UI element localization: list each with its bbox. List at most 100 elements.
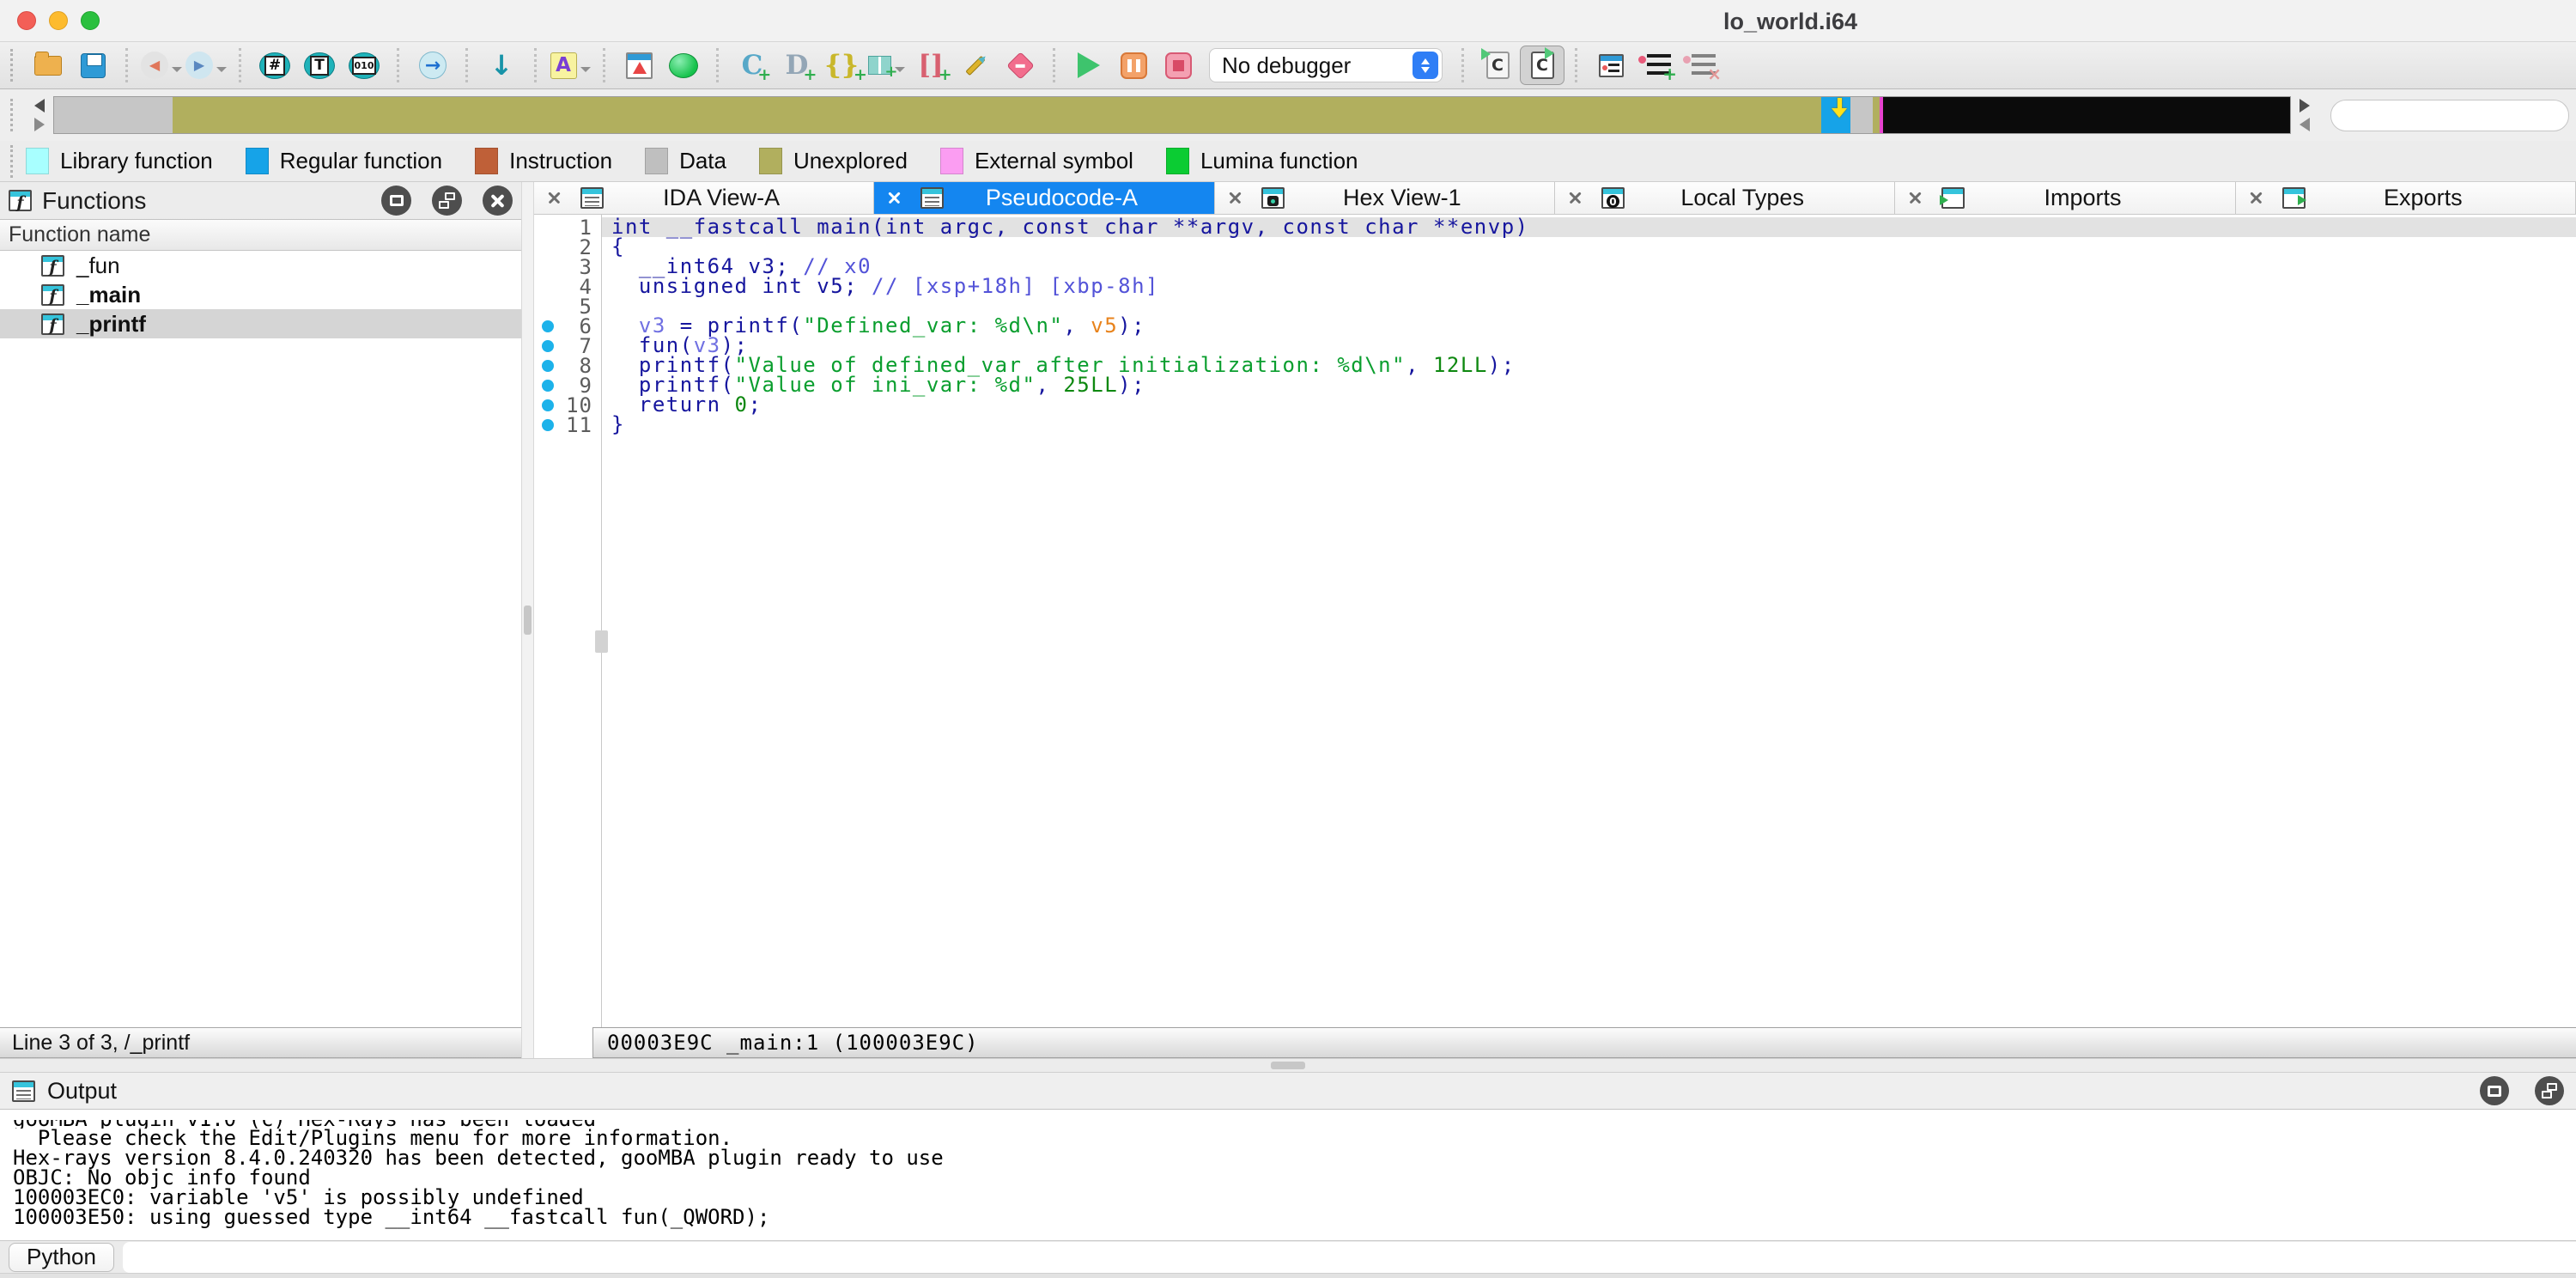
close-tab-icon[interactable] xyxy=(1567,190,1584,207)
splitter-grip[interactable] xyxy=(524,606,532,635)
navband-segment-data[interactable] xyxy=(1850,97,1873,133)
close-tab-icon[interactable] xyxy=(2248,190,2265,207)
address-dot-icon[interactable] xyxy=(542,340,554,352)
navband-drag-handle[interactable] xyxy=(10,99,15,131)
horizontal-splitter[interactable] xyxy=(0,1058,2576,1072)
open-file-icon[interactable] xyxy=(26,46,70,85)
code-line-10[interactable]: 10 return 0; xyxy=(534,395,2576,415)
strings-window-icon[interactable]: A xyxy=(548,46,592,85)
make-text-icon[interactable]: T xyxy=(297,46,342,85)
make-binary-icon[interactable]: 010 xyxy=(342,46,386,85)
close-tab-icon[interactable] xyxy=(886,190,903,207)
address-dot-icon[interactable] xyxy=(542,399,554,411)
maximize-output-button[interactable] xyxy=(2480,1076,2509,1105)
address-dot-icon[interactable] xyxy=(542,360,554,372)
pseudocode-view[interactable]: 1int __fastcall main(int argc, const cha… xyxy=(534,215,2576,1027)
splitter-grip[interactable] xyxy=(1271,1062,1305,1069)
output-log[interactable]: gooMBA plugin v1.0 (c) Hex-Rays has been… xyxy=(0,1110,2576,1240)
tab-exports[interactable]: Exports xyxy=(2236,182,2576,214)
close-tab-icon[interactable] xyxy=(1907,190,1924,207)
add-braces-icon[interactable]: {}+ xyxy=(819,46,864,85)
legend-drag-handle[interactable] xyxy=(10,145,15,178)
code-text[interactable]: } xyxy=(601,415,2576,435)
tab-pseudocode-a[interactable]: Pseudocode-A xyxy=(874,182,1214,214)
address-dot-icon[interactable] xyxy=(542,380,554,392)
toolbar-separator xyxy=(1053,48,1056,82)
code-text[interactable]: unsigned int v5; // [xsp+18h] [xbp-8h] xyxy=(601,277,2576,296)
message-list-icon[interactable] xyxy=(1589,46,1633,85)
function-row-_fun[interactable]: f_fun xyxy=(0,251,521,280)
pause-process-icon[interactable] xyxy=(1111,46,1156,85)
code-text[interactable]: return 0; xyxy=(601,395,2576,415)
navband-segment-unexplored[interactable] xyxy=(1873,97,1880,133)
close-tab-icon[interactable] xyxy=(1227,190,1244,207)
nav-back-icon[interactable]: ◀ xyxy=(139,46,184,85)
float-panel-button[interactable] xyxy=(432,186,462,216)
search-input[interactable] xyxy=(2330,100,2569,131)
scroll-left-icon[interactable] xyxy=(34,99,45,113)
close-window-button[interactable] xyxy=(17,11,36,30)
code-line-9[interactable]: 9 printf("Value of ini_var: %d", 25LL); xyxy=(534,375,2576,395)
save-file-icon[interactable] xyxy=(70,46,115,85)
code-text[interactable]: int __fastcall main(int argc, const char… xyxy=(601,217,2576,237)
navband-segment-end[interactable] xyxy=(1883,97,2290,133)
lumina-icon[interactable] xyxy=(661,46,706,85)
code-line-11[interactable]: 11} xyxy=(534,415,2576,435)
function-name-column-header[interactable]: Function name xyxy=(0,220,521,251)
breakpoint-list-delete-icon[interactable]: × xyxy=(1678,46,1722,85)
navband-right-arrows[interactable] xyxy=(2300,99,2310,131)
code-text[interactable]: printf("Value of ini_var: %d", 25LL); xyxy=(601,375,2576,395)
compile-c-icon[interactable]: C+ xyxy=(730,46,775,85)
current-position-marker-icon[interactable] xyxy=(1828,98,1850,125)
code-line-4[interactable]: 4 unsigned int v5; // [xsp+18h] [xbp-8h] xyxy=(534,277,2576,296)
select-stepper-icon[interactable] xyxy=(1413,52,1438,79)
quick-c-view-icon[interactable]: C xyxy=(1475,46,1520,85)
address-dot-icon[interactable] xyxy=(542,419,554,431)
minimize-window-button[interactable] xyxy=(49,11,68,30)
nav-forward-icon[interactable]: ▶ xyxy=(184,46,228,85)
address-dot-icon[interactable] xyxy=(542,320,554,332)
make-number-icon[interactable]: # xyxy=(252,46,297,85)
scroll-right-icon[interactable] xyxy=(34,118,45,131)
tab-hex-view-1[interactable]: Hex View-1 xyxy=(1215,182,1555,214)
vertical-splitter[interactable] xyxy=(521,182,534,1058)
function-row-_main[interactable]: f_main xyxy=(0,280,521,309)
maximize-panel-button[interactable] xyxy=(381,186,411,216)
code-text[interactable]: v3 = printf("Defined_var: %d\n", v5); xyxy=(601,316,2576,336)
navband-segment-data[interactable] xyxy=(54,97,173,133)
function-row-_printf[interactable]: f_printf xyxy=(0,309,521,338)
compile-d-icon[interactable]: D+ xyxy=(775,46,819,85)
code-gutter[interactable]: 11 xyxy=(534,415,601,435)
run-process-icon[interactable] xyxy=(1066,46,1111,85)
python-command-input[interactable] xyxy=(123,1242,2576,1273)
close-panel-button[interactable] xyxy=(483,186,513,216)
add-struct-icon[interactable]: + xyxy=(864,46,908,85)
python-language-button[interactable]: Python xyxy=(9,1243,114,1272)
zoom-window-button[interactable] xyxy=(81,11,100,30)
navigation-band[interactable] xyxy=(53,96,2291,134)
jump-next-icon[interactable]: ↓ xyxy=(479,46,524,85)
toolbar-drag-handle[interactable] xyxy=(10,49,15,82)
tab-imports[interactable]: Imports xyxy=(1895,182,2235,214)
tab-ida-view-a[interactable]: IDA View-A xyxy=(534,182,874,214)
gutter-splitter-grip[interactable] xyxy=(595,630,608,653)
graph-view-icon[interactable] xyxy=(617,46,661,85)
code-text[interactable]: { xyxy=(601,237,2576,257)
code-line-6[interactable]: 6 v3 = printf("Defined_var: %d\n", v5); xyxy=(534,316,2576,336)
stop-process-icon[interactable] xyxy=(1156,46,1200,85)
navband-segment-unexplored[interactable] xyxy=(173,97,1821,133)
code-line-1[interactable]: 1int __fastcall main(int argc, const cha… xyxy=(534,217,2576,237)
scroll-left-icon[interactable] xyxy=(2300,118,2310,131)
delete-breakpoint-icon[interactable] xyxy=(998,46,1042,85)
jump-address-icon[interactable]: → xyxy=(410,46,455,85)
breakpoint-list-add-icon[interactable]: + xyxy=(1633,46,1678,85)
debugger-select[interactable]: No debugger xyxy=(1209,48,1443,82)
quick-c-view-active-icon[interactable]: C xyxy=(1520,46,1564,85)
navband-left-arrows[interactable] xyxy=(34,99,45,131)
tab-local-types[interactable]: 0Local Types xyxy=(1555,182,1895,214)
float-output-button[interactable] xyxy=(2535,1076,2564,1105)
add-brackets-icon[interactable]: []+ xyxy=(908,46,953,85)
edit-function-icon[interactable] xyxy=(953,46,998,85)
close-tab-icon[interactable] xyxy=(546,190,563,207)
scroll-right-icon[interactable] xyxy=(2300,99,2310,113)
